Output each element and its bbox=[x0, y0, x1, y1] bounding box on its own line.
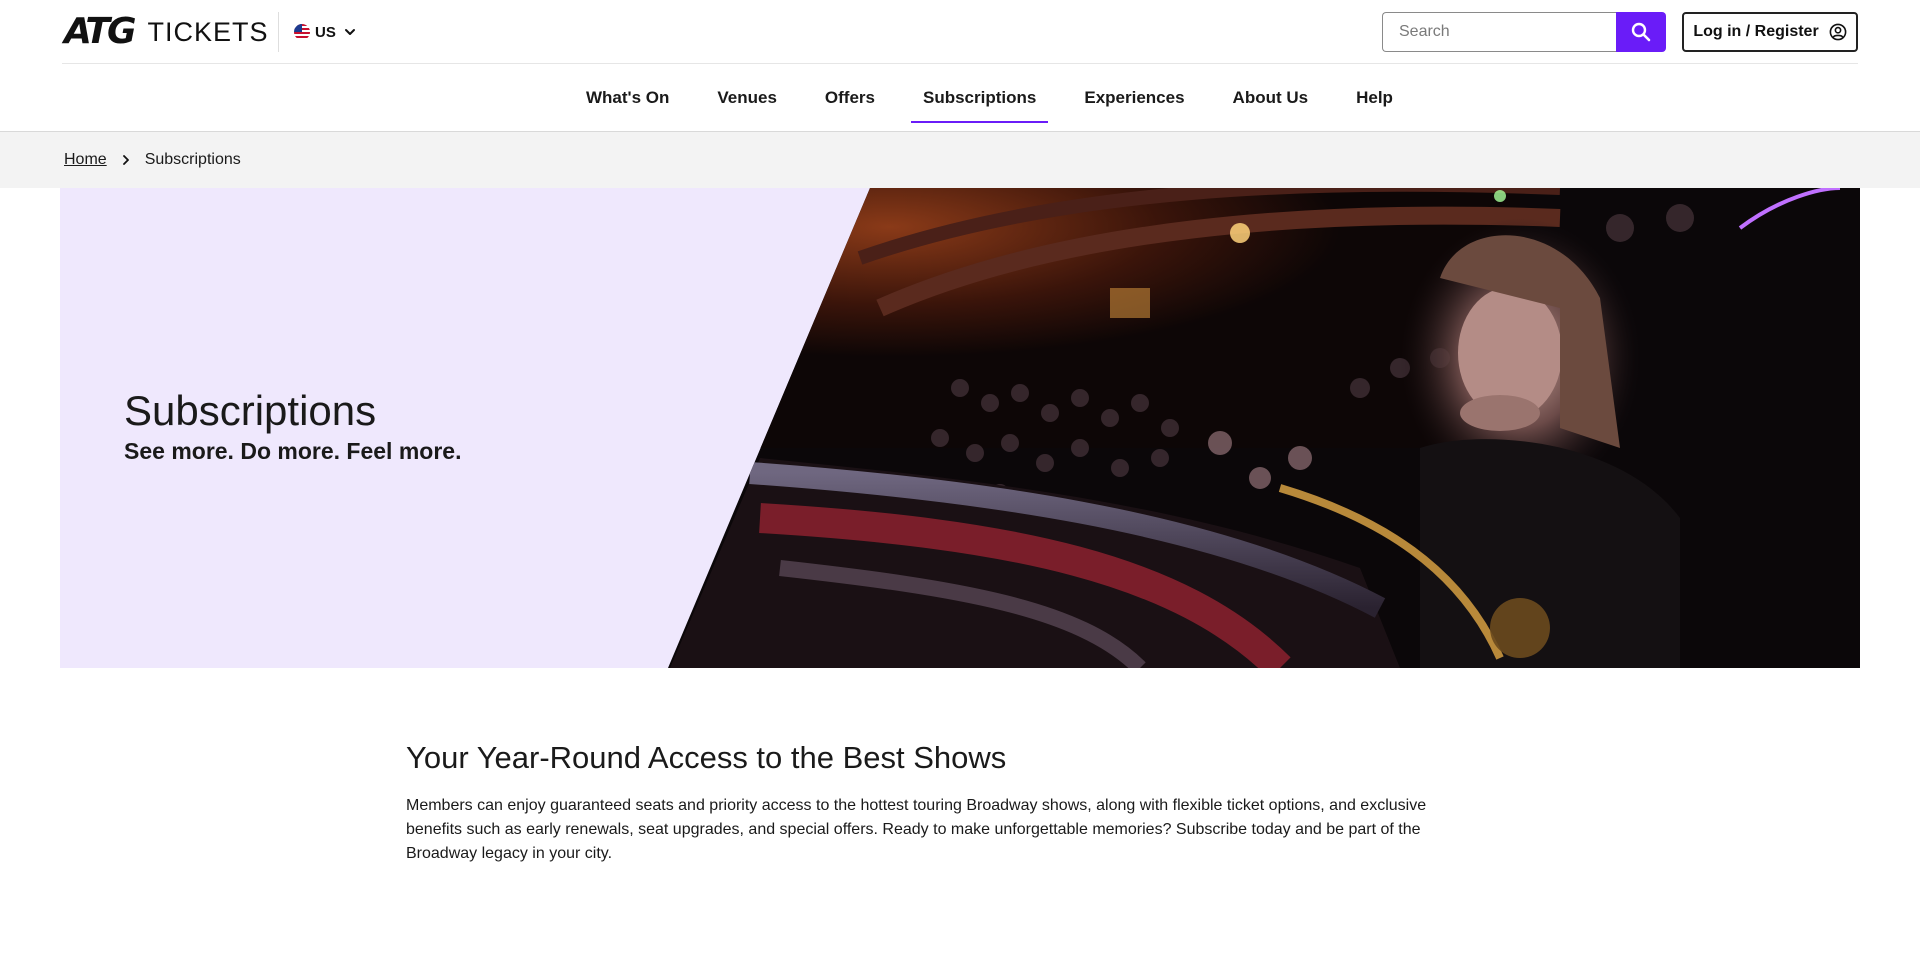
user-icon bbox=[1829, 23, 1847, 41]
nav-item-experiences[interactable]: Experiences bbox=[1072, 64, 1196, 132]
breadcrumb-bar: Home Subscriptions bbox=[0, 132, 1920, 188]
hero-subtitle: See more. Do more. Feel more. bbox=[124, 438, 462, 464]
hero-banner: Subscriptions See more. Do more. Feel mo… bbox=[60, 188, 1860, 668]
search-input[interactable] bbox=[1382, 12, 1616, 52]
us-flag-icon bbox=[294, 24, 310, 40]
logo-wordmark: TICKETS bbox=[147, 17, 269, 47]
search-icon bbox=[1631, 22, 1651, 42]
chevron-right-icon bbox=[122, 155, 129, 165]
nav-item-help[interactable]: Help bbox=[1344, 64, 1405, 132]
nav-item-offers[interactable]: Offers bbox=[813, 64, 887, 132]
nav-list: What's On Venues Offers Subscriptions Ex… bbox=[574, 64, 1429, 132]
search-button[interactable] bbox=[1616, 12, 1666, 52]
nav-item-subscriptions[interactable]: Subscriptions bbox=[911, 64, 1049, 132]
intro-section: Your Year-Round Access to the Best Shows… bbox=[406, 738, 1466, 866]
login-register-label: Log in / Register bbox=[1693, 23, 1819, 40]
hero-text: Subscriptions See more. Do more. Feel mo… bbox=[124, 388, 461, 466]
logo-mark: ATG bbox=[64, 11, 137, 52]
locale-selector[interactable]: US bbox=[294, 20, 356, 44]
atg-tickets-logo[interactable]: ATG TICKETS bbox=[64, 14, 269, 50]
nav-item-about-us[interactable]: About Us bbox=[1221, 64, 1321, 132]
page-title: Subscriptions bbox=[124, 387, 377, 434]
breadcrumb-current: Subscriptions bbox=[144, 151, 241, 168]
intro-body: Members can enjoy guaranteed seats and p… bbox=[406, 797, 1427, 862]
breadcrumb: Home Subscriptions bbox=[64, 132, 241, 188]
main-navigation: What's On Venues Offers Subscriptions Ex… bbox=[0, 64, 1920, 132]
header-divider bbox=[278, 12, 279, 52]
login-register-button[interactable]: Log in / Register bbox=[1682, 12, 1858, 52]
top-bar: ATG TICKETS US Log in / Register bbox=[62, 0, 1858, 64]
locale-label: US bbox=[315, 23, 336, 41]
breadcrumb-home-link[interactable]: Home bbox=[64, 151, 107, 169]
nav-item-whats-on[interactable]: What's On bbox=[574, 64, 681, 132]
chevron-down-icon bbox=[344, 29, 355, 35]
intro-heading: Your Year-Round Access to the Best Shows bbox=[406, 740, 1007, 775]
search-form bbox=[1382, 12, 1668, 52]
nav-item-venues[interactable]: Venues bbox=[705, 64, 789, 132]
